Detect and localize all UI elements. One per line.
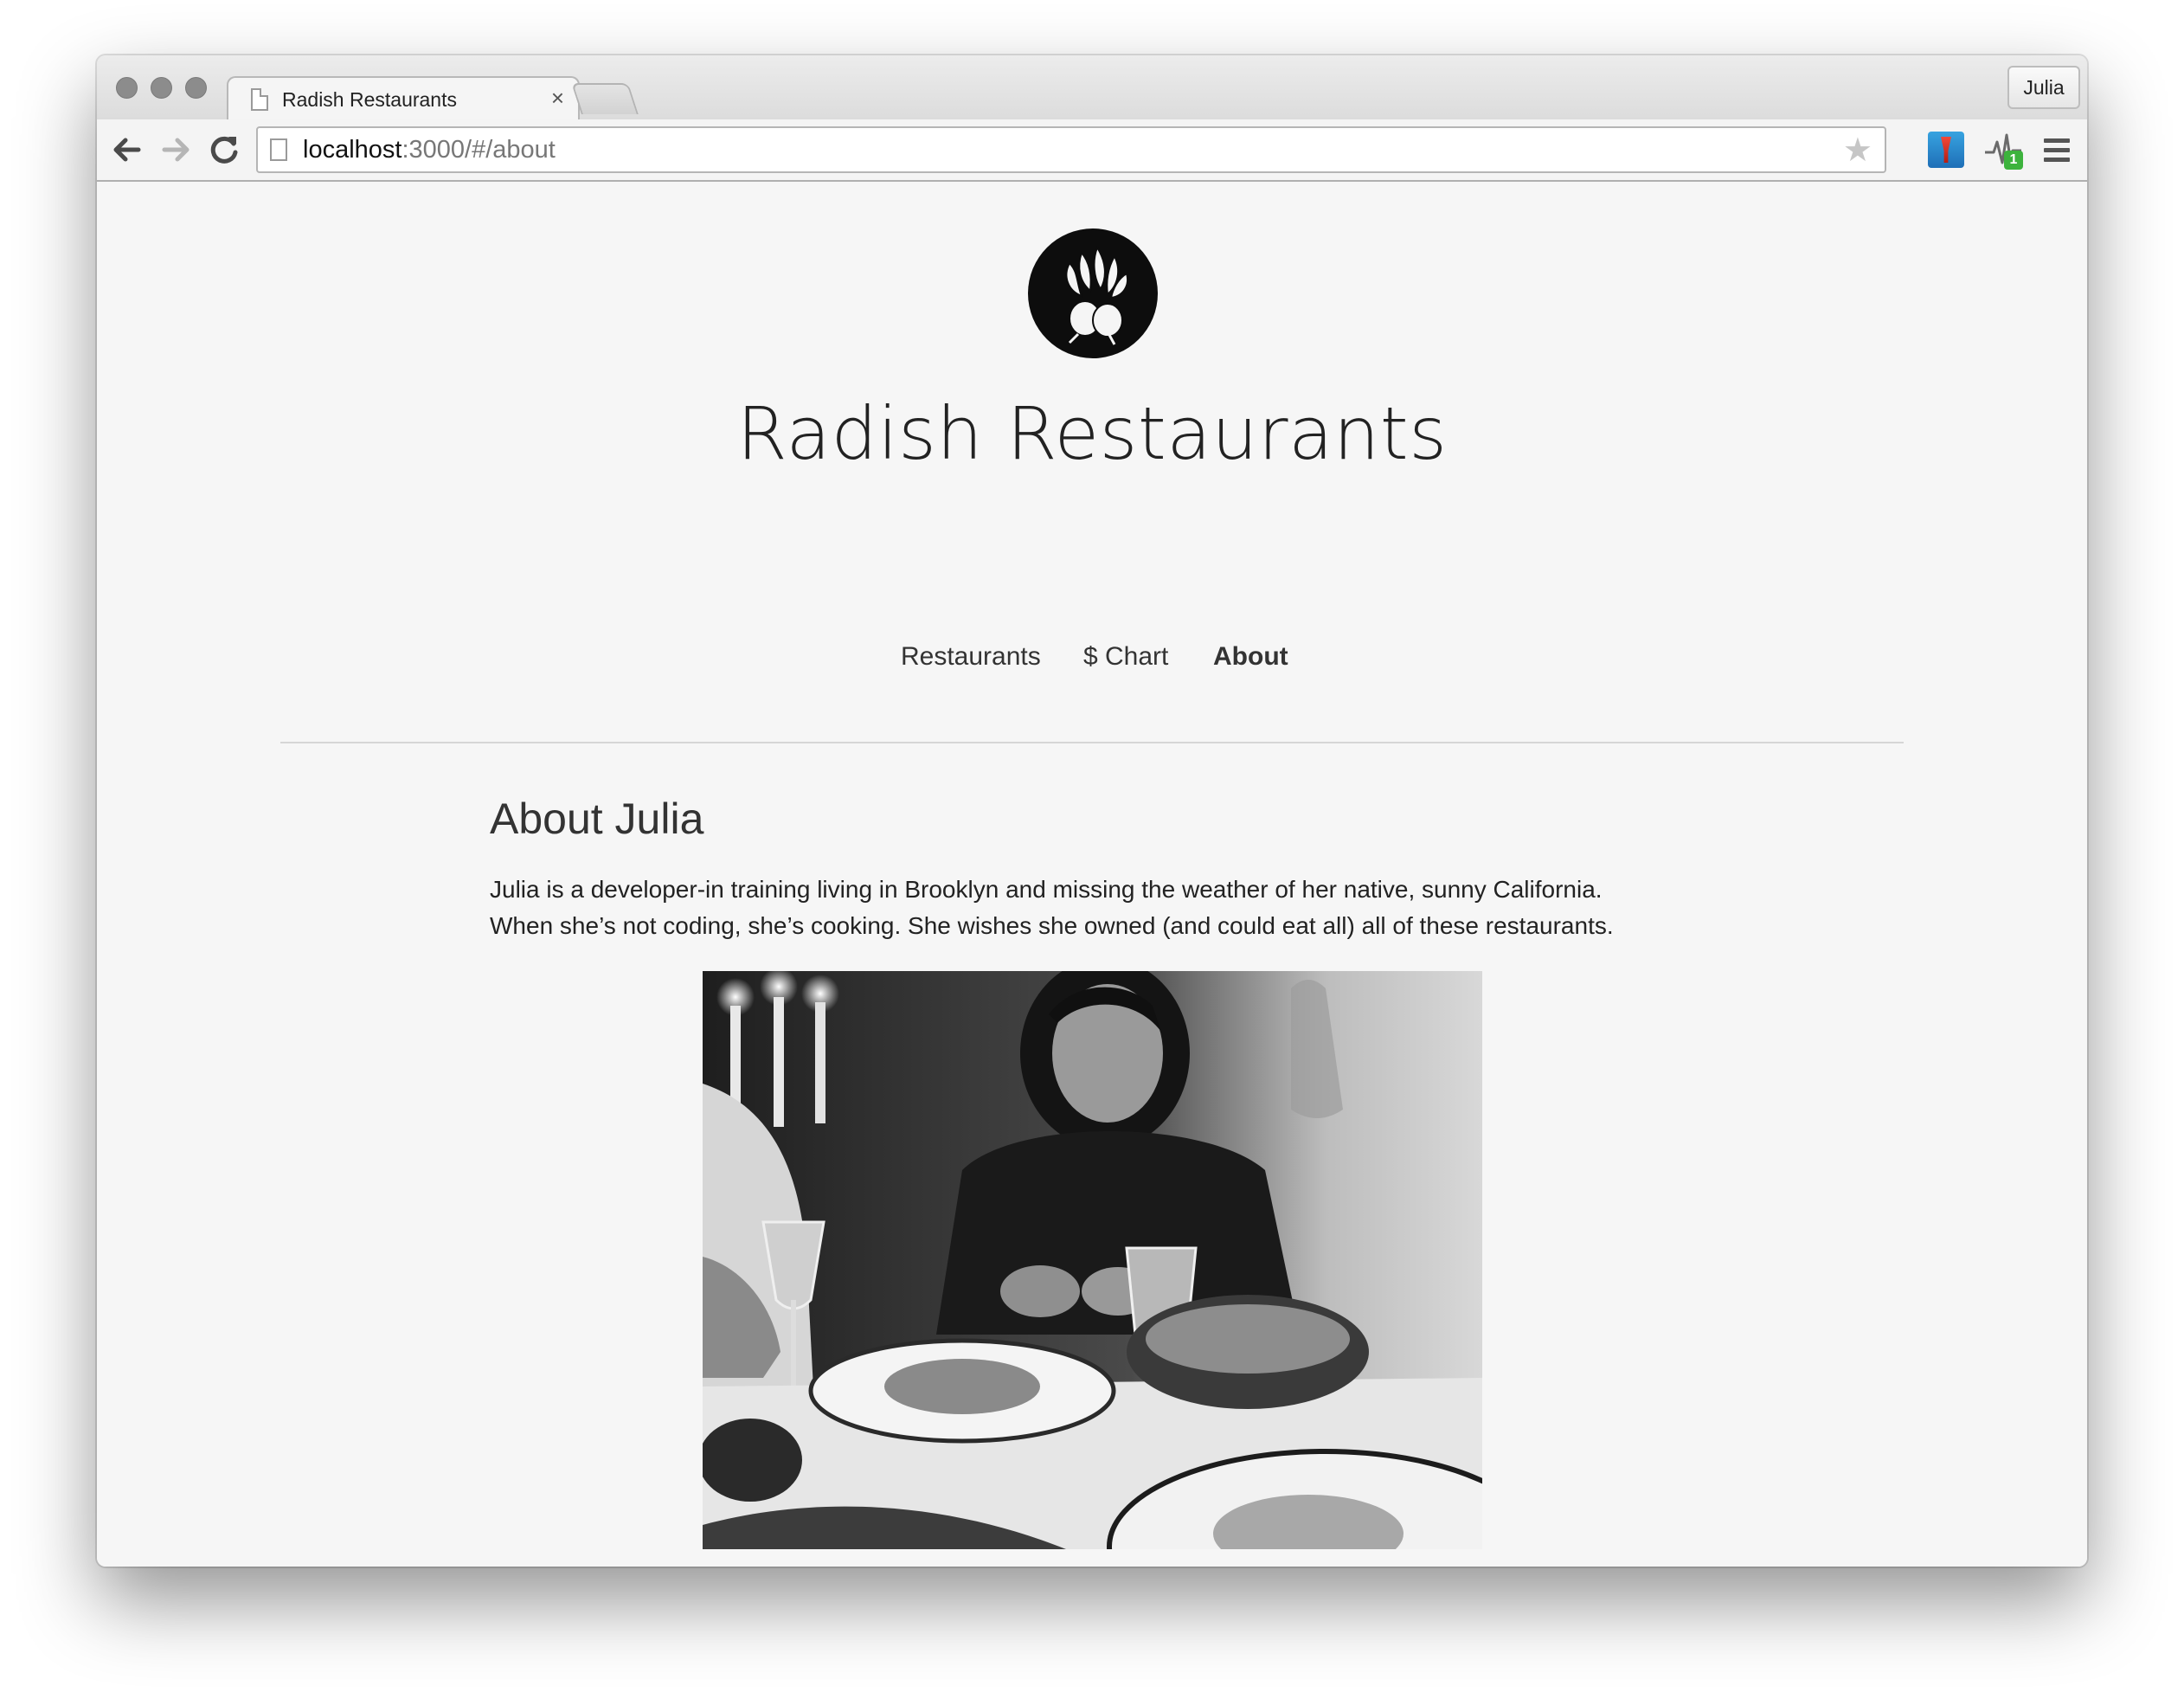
nav-item-restaurants[interactable]: Restaurants — [901, 642, 1041, 672]
tab-strip: Radish Restaurants × Julia — [97, 55, 2087, 121]
tab-radish-restaurants[interactable]: Radish Restaurants × — [227, 76, 580, 121]
profile-button[interactable]: Julia — [2007, 66, 2080, 109]
reload-icon[interactable] — [202, 128, 246, 171]
tab-title: Radish Restaurants — [282, 88, 457, 111]
tab-close-icon[interactable]: × — [551, 85, 564, 112]
about-text: Julia is a developer-in training living … — [490, 872, 1788, 944]
address-bar[interactable]: localhost:3000/#/about ★ — [256, 126, 1886, 173]
extension-badge: 1 — [2004, 151, 2023, 170]
close-window-button[interactable] — [116, 77, 138, 99]
about-photo — [703, 971, 1482, 1549]
divider — [280, 742, 1904, 743]
about-heading: About Julia — [490, 795, 704, 843]
page-icon — [270, 138, 287, 161]
about-line-1: Julia is a developer-in training living … — [490, 876, 1603, 903]
nav-item-about[interactable]: About — [1213, 642, 1288, 672]
site-title: Radish Restaurants — [736, 391, 1448, 476]
desktop: Radish Restaurants × Julia localhost:300… — [0, 0, 2184, 1705]
new-tab-button[interactable] — [571, 83, 639, 114]
page-icon — [251, 88, 268, 111]
minimize-window-button[interactable] — [151, 77, 172, 99]
nav-item-chart[interactable]: $ Chart — [1083, 642, 1168, 672]
main-nav: Restaurants $ Chart About — [97, 642, 2087, 677]
hamburger-menu-icon[interactable] — [2044, 138, 2070, 163]
url-text[interactable]: localhost:3000/#/about — [303, 136, 556, 164]
radish-logo-icon[interactable] — [1028, 228, 1158, 358]
zoom-window-button[interactable] — [185, 77, 207, 99]
browser-window: Radish Restaurants × Julia localhost:300… — [97, 55, 2087, 1567]
about-line-2: When she’s not coding, she’s cooking. Sh… — [490, 912, 1614, 939]
browser-toolbar: localhost:3000/#/about ★ 1 — [97, 119, 2087, 182]
bookmark-star-icon[interactable]: ★ — [1843, 132, 1872, 170]
page-content: Radish Restaurants Restaurants $ Chart A… — [97, 183, 2087, 1567]
forward-arrow-icon[interactable] — [154, 128, 197, 171]
back-arrow-icon[interactable] — [106, 128, 149, 171]
extension-icon[interactable] — [1928, 132, 1964, 168]
